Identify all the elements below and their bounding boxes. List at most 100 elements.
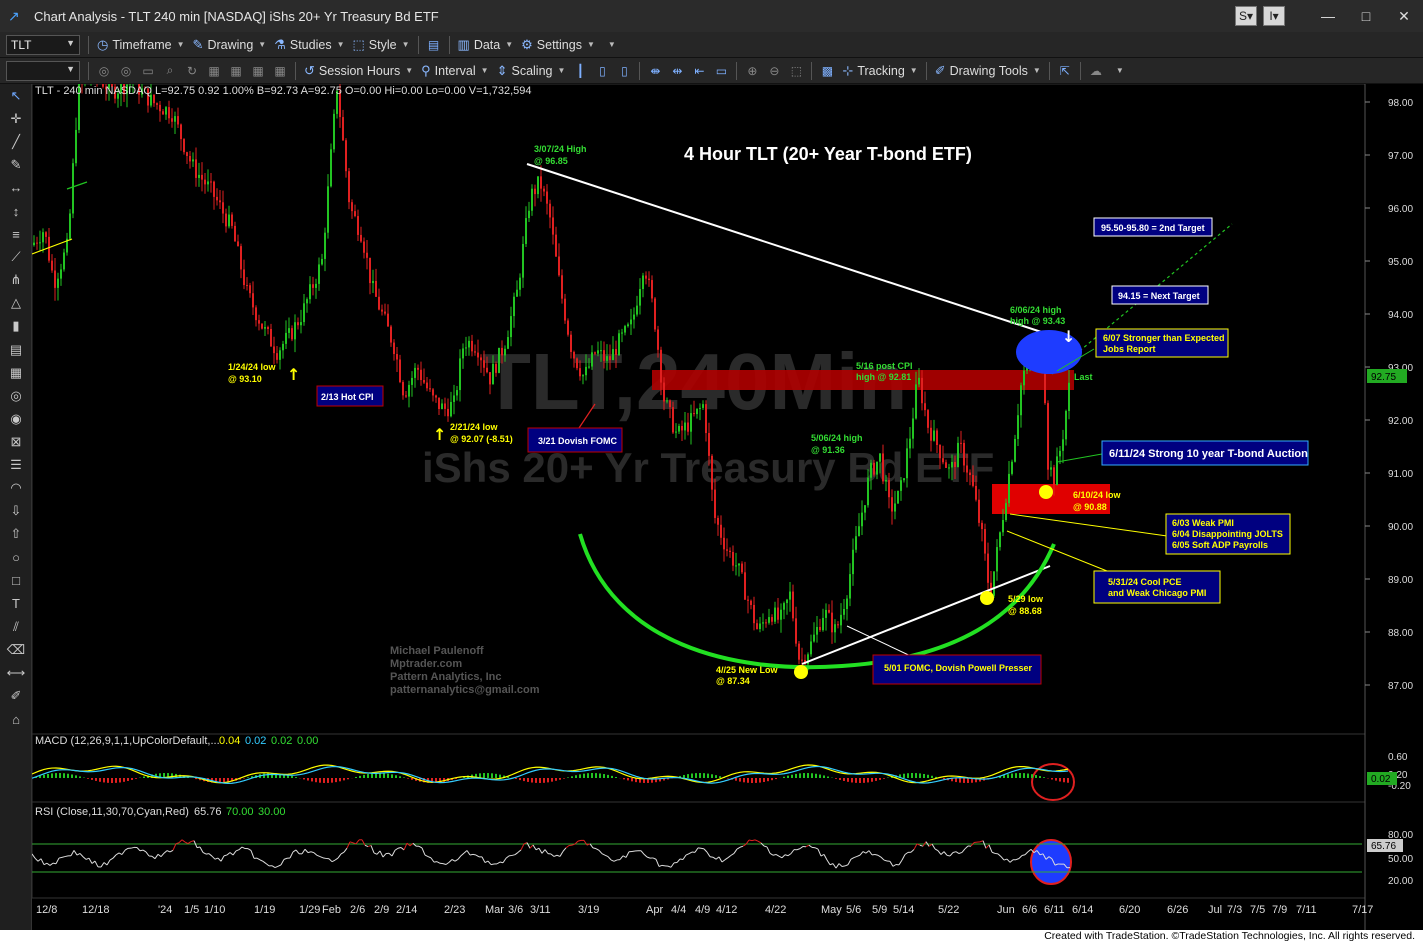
timeframe-menu[interactable]: ◷ Timeframe ▼ — [93, 34, 189, 56]
candle-body — [294, 322, 296, 340]
cycle-tool-icon[interactable]: ◎ — [0, 384, 32, 407]
bars-tool-icon[interactable]: ▮ — [0, 315, 32, 338]
post-cpi-0516-value: high @ 92.81 — [856, 372, 911, 382]
price-axis[interactable]: 98.0097.0096.0095.0094.0093.0092.0091.00… — [1365, 98, 1413, 692]
drawing-menu[interactable]: ✎ Drawing ▼ — [189, 34, 271, 56]
pitchfork-tool-icon[interactable]: ⋔ — [0, 269, 32, 292]
compress-icon[interactable]: ⇼ — [644, 60, 666, 82]
horizontal-arrows-icon[interactable]: ↔ — [0, 176, 32, 199]
candle-body — [303, 303, 305, 323]
clock-icon: ◷ — [97, 36, 109, 52]
i-link-button[interactable]: I ▾ — [1263, 6, 1285, 26]
settings-menu[interactable]: ⚙ Settings ▼ — [517, 34, 599, 56]
gann-tool-icon[interactable]: ⊠ — [0, 430, 32, 453]
price-chart[interactable]: TLT,240Min iShs 20+ Yr Treasury Bd ETF — [32, 84, 1423, 930]
style-menu[interactable]: ⬚ Style ▼ — [349, 34, 414, 56]
chart-icon[interactable]: ▦ — [269, 60, 291, 82]
candle-body — [351, 202, 353, 212]
date-tick-label: '24 — [158, 904, 172, 916]
link-icon[interactable]: ◎ — [115, 60, 137, 82]
s-link-button[interactable]: S ▾ — [1235, 6, 1257, 26]
candle-body — [909, 438, 911, 449]
candle-body — [384, 311, 386, 314]
share-icon[interactable]: ⇱ — [1054, 60, 1076, 82]
candle-body — [177, 116, 179, 125]
symbol-input[interactable]: TLT ▼ — [6, 34, 80, 55]
pointer-tool-icon[interactable]: ↖ — [0, 84, 32, 107]
window-icon[interactable]: ▭ — [137, 60, 159, 82]
vertical-arrows-icon[interactable]: ↕ — [0, 199, 32, 222]
arrow-up-tool-icon[interactable]: ⇧ — [0, 523, 32, 546]
grid-icon[interactable]: ▩ — [816, 60, 838, 82]
arc-tool-icon[interactable]: ◠ — [0, 477, 32, 500]
minimize-button[interactable]: — — [1309, 0, 1347, 32]
brush-tool-icon[interactable]: ✎ — [0, 153, 32, 176]
chart-icon[interactable]: ▦ — [203, 60, 225, 82]
ruler-tool-icon[interactable]: ⫽ — [0, 615, 32, 638]
fib-tool-icon[interactable]: ▤ — [0, 338, 32, 361]
chat-icon[interactable]: ☁ — [1085, 60, 1107, 82]
data-label: Data — [473, 37, 501, 52]
candle-style-icon[interactable]: ▯ — [591, 60, 613, 82]
pen-tool-icon[interactable]: ✐ — [0, 684, 32, 707]
rectangle-tool-icon[interactable]: □ — [0, 569, 32, 592]
chart-title: 4 Hour TLT (20+ Year T-bond ETF) — [684, 144, 972, 164]
scroll-icon[interactable]: ⇤ — [688, 60, 710, 82]
fan-tool-icon[interactable]: ⟋ — [0, 246, 32, 269]
candle-body — [345, 140, 347, 172]
session-hours-menu[interactable]: ↺ Session Hours ▼ — [300, 60, 417, 82]
window-icon[interactable]: ▭ — [710, 60, 732, 82]
grid-tool-icon[interactable]: ▦ — [0, 361, 32, 384]
maximize-button[interactable]: □ — [1347, 0, 1385, 32]
candle-body — [501, 347, 503, 356]
date-axis[interactable]: 12/8 12/18 '24 1/5 1/10 1/19 1/29 Feb 2/6 2/9 2/14… — [36, 904, 1373, 916]
spiral-tool-icon[interactable]: ◉ — [0, 407, 32, 430]
trendline-tool-icon[interactable]: ╱ — [0, 130, 32, 153]
expand-icon[interactable]: ⇹ — [666, 60, 688, 82]
link-icon[interactable]: ◎ — [93, 60, 115, 82]
circle-tool-icon[interactable]: ○ — [0, 546, 32, 569]
chart-icon[interactable]: ▦ — [247, 60, 269, 82]
candle-body — [711, 455, 713, 490]
data-menu[interactable]: ▥ Data ▼ — [454, 34, 518, 56]
drawing-tools-menu[interactable]: ✐ Drawing Tools ▼ — [931, 60, 1045, 82]
close-button[interactable]: ✕ — [1385, 0, 1423, 32]
tracking-menu[interactable]: ⊹ Tracking ▼ — [838, 60, 921, 82]
candle-body — [624, 326, 626, 333]
scaling-menu[interactable]: ⇕ Scaling ▼ — [493, 60, 570, 82]
zoom-out-icon[interactable]: ⊖ — [763, 60, 785, 82]
candle-body — [237, 241, 239, 247]
candle-style-icon[interactable]: ▯ — [613, 60, 635, 82]
arrow-down-tool-icon[interactable]: ⇩ — [0, 500, 32, 523]
measure-tool-icon[interactable]: ⟷ — [0, 661, 32, 684]
zoom-icon[interactable]: ⌕ — [159, 60, 181, 82]
crosshair-tool-icon[interactable]: ✛ — [0, 107, 32, 130]
text-tool-icon[interactable]: T — [0, 592, 32, 615]
studies-menu[interactable]: ⚗ Studies ▼ — [270, 34, 348, 56]
chart-icon[interactable]: ▦ — [225, 60, 247, 82]
candle-body — [945, 462, 947, 468]
candle-body — [519, 277, 521, 290]
rsi-segment — [577, 839, 582, 842]
candle-body — [987, 553, 989, 583]
lock-tool-icon[interactable]: ⌂ — [0, 708, 32, 731]
more-menu[interactable]: ▼ — [1107, 60, 1128, 82]
channel-tool-icon[interactable]: ≡ — [0, 223, 32, 246]
candle-body — [330, 149, 332, 187]
zoom-in-icon[interactable]: ⊕ — [741, 60, 763, 82]
candle-body — [276, 353, 278, 360]
fit-icon[interactable]: ⬚ — [785, 60, 807, 82]
levels-tool-icon[interactable]: ☰ — [0, 454, 32, 477]
more-menu[interactable]: ▼ — [599, 34, 620, 56]
workspace-select[interactable]: ▼ — [6, 60, 80, 81]
macd-last-value: 0.02 — [1371, 774, 1391, 785]
triangle-tool-icon[interactable]: △ — [0, 292, 32, 315]
layout-icon[interactable]: ▤ — [423, 34, 445, 56]
refresh-icon[interactable]: ↻ — [181, 60, 203, 82]
interval-menu[interactable]: ⚲ Interval ▼ — [417, 60, 492, 82]
erase-tool-icon[interactable]: ⌫ — [0, 638, 32, 661]
low-0124-value: @ 93.10 — [228, 374, 262, 384]
bar-style-icon[interactable]: ┃ — [569, 60, 591, 82]
high-0307-value: @ 96.85 — [534, 156, 568, 166]
chart-area[interactable]: TLT,240Min iShs 20+ Yr Treasury Bd ETF — [32, 84, 1423, 930]
